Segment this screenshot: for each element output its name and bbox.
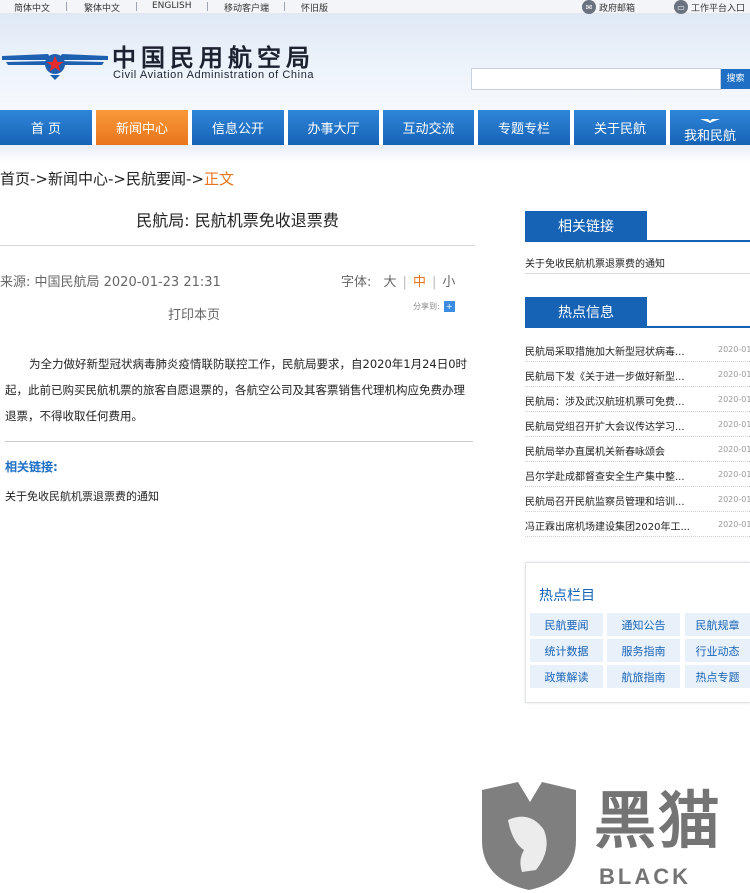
related-link[interactable]: 关于免收民航机票退票费的通知 [5,488,159,504]
nav-item-news-center[interactable]: 新闻中心 [96,110,188,145]
black-cat-watermark-icon [482,782,576,890]
work-platform-link[interactable]: ▭ 工作平台入口 [674,0,745,14]
main-nav: 首 页 新闻中心 信息公开 办事大厅 互动交流 专题专栏 关于民航 我和民航 [0,110,750,145]
nav-item-me-and-caac[interactable]: 我和民航 [670,110,750,145]
divider [525,273,750,274]
breadcrumb-current: 正文 [203,170,234,188]
nav-item-label: 我和民航 [683,128,736,144]
font-medium-button[interactable]: 中 [413,275,426,290]
hot-column-travel-guide[interactable]: 航旅指南 [607,665,680,688]
monitor-icon: ▭ [674,0,688,14]
search-input[interactable] [471,68,721,90]
link-english[interactable]: ENGLISH [152,1,192,11]
hot-item-title: 民航局采取措施加大新型冠状病毒... [525,347,685,358]
hot-column-statistics[interactable]: 统计数据 [530,639,603,662]
nav-item-info-disclosure[interactable]: 信息公开 [192,110,284,145]
hot-item-date: 2020-01 [718,420,750,429]
hot-column-regulations[interactable]: 民航规章 [685,613,750,636]
site-subtitle: Civil Aviation Administration of China [113,69,315,81]
nav-item-about[interactable]: 关于民航 [574,110,666,145]
watermark-text: 黑猫 [594,784,723,857]
link-classic-version[interactable]: 怀旧版 [301,1,328,14]
hot-item-title: 冯正霖出席机场建设集团2020年工... [525,522,690,533]
hot-item-title: 民航局：涉及武汉航班机票可免费... [525,397,685,408]
divider [136,2,137,11]
divider [207,2,208,11]
divider [0,245,475,246]
divider [525,326,750,328]
article-body: 为全力做好新型冠状病毒肺炎疫情联防联控工作，民航局要求，自2020年1月24日0… [5,357,468,423]
font-small-button[interactable]: 小 [442,275,455,290]
hot-item-title: 民航局党组召开扩大会议传达学习... [525,422,685,433]
hot-item-title: 民航局召开民航监察员管理和培训... [525,497,685,508]
font-large-button[interactable]: 大 [384,275,397,290]
list-item[interactable]: 冯正霖出席机场建设集团2020年工... 2020-01 [525,512,750,537]
hot-column-hot-topics[interactable]: 热点专题 [685,665,750,688]
share-label: 分享到: [413,302,440,311]
link-simplified-chinese[interactable]: 简体中文 [14,1,50,14]
hot-columns-title: 热点栏目 [539,588,595,604]
sidebar-hot-title: 热点信息 [525,297,647,327]
nav-item-service-hall[interactable]: 办事大厅 [288,110,379,145]
hot-column-service-guide[interactable]: 服务指南 [607,639,680,662]
breadcrumb: 首页->新闻中心->民航要闻->正文 [0,168,234,189]
top-utility-bar: 简体中文 繁体中文 ENGLISH 移动客户端 怀旧版 ✉ 政府邮箱 ▭ 工作平… [0,0,750,14]
site-title: 中国民用航空局 [112,43,315,72]
sidebar-related-link[interactable]: 关于免收民航机票退票费的通知 [525,255,665,270]
divider [284,2,285,11]
list-item[interactable]: 民航局召开民航监察员管理和培训... 2020-01 [525,487,750,512]
font-size-label: 字体: [341,275,372,290]
list-item[interactable]: 民航局采取措施加大新型冠状病毒... 2020-01 [525,337,750,362]
search-button[interactable]: 搜索 [721,69,750,89]
hot-item-date: 2020-01 [718,345,750,354]
watermark-subtext: BLACK CAT [599,864,691,893]
share-bar: 分享到: + [413,301,455,312]
link-traditional-chinese[interactable]: 繁体中文 [84,1,120,14]
wings-icon [700,118,720,123]
gov-mail-label: 政府邮箱 [599,3,636,14]
nav-item-interaction[interactable]: 互动交流 [383,110,474,145]
divider [66,2,67,11]
breadcrumb-path[interactable]: 首页->新闻中心->民航要闻-> [0,170,204,188]
hot-item-title: 民航局举办直属机关新春咏颂会 [525,447,665,458]
divider [5,441,473,442]
divider [525,240,750,242]
article-title: 民航局: 民航机票免收退票费 [136,211,339,230]
sidebar-related-title: 相关链接 [525,211,647,241]
gov-mail-link[interactable]: ✉ 政府邮箱 [582,0,635,14]
hot-column-news[interactable]: 民航要闻 [530,613,603,636]
hot-item-date: 2020-01 [718,445,750,454]
related-links-heading: 相关链接: [5,460,58,474]
hot-item-date: 2020-01 [718,520,750,529]
work-platform-label: 工作平台入口 [691,3,746,14]
site-header: 中国民用航空局 Civil Aviation Administration of… [0,14,750,110]
hot-item-date: 2020-01 [718,395,750,404]
list-item[interactable]: 民航局下发《关于进一步做好新型... 2020-01 [525,362,750,387]
hot-item-date: 2020-01 [718,370,750,379]
list-item[interactable]: 民航局：涉及武汉航班机票可免费... 2020-01 [525,387,750,412]
mail-icon: ✉ [582,0,596,14]
hot-column-policy[interactable]: 政策解读 [530,665,603,688]
nav-item-home[interactable]: 首 页 [0,110,92,145]
hot-column-notices[interactable]: 通知公告 [607,613,680,636]
hot-item-date: 2020-01 [718,470,750,479]
article-source: 来源: 中国民航局 2020-01-23 21:31 [0,275,221,290]
list-item[interactable]: 民航局党组召开扩大会议传达学习... 2020-01 [525,412,750,437]
font-size-switcher: 字体: 大 | 中 | 小 [341,275,456,290]
hot-item-title: 吕尔学赴成都督查安全生产集中整... [525,472,685,483]
hot-column-industry-news[interactable]: 行业动态 [685,639,750,662]
hot-item-date: 2020-01 [718,495,750,504]
list-item[interactable]: 吕尔学赴成都督查安全生产集中整... 2020-01 [525,462,750,487]
link-mobile-client[interactable]: 移动客户端 [224,1,269,14]
caac-logo-icon[interactable] [0,34,110,84]
nav-item-special-topics[interactable]: 专题专栏 [478,110,570,145]
share-plus-icon[interactable]: + [443,301,455,312]
print-page-link[interactable]: 打印本页 [168,304,220,323]
list-item[interactable]: 民航局举办直属机关新春咏颂会 2020-01 [525,437,750,462]
nav-shadow [0,145,750,163]
hot-item-title: 民航局下发《关于进一步做好新型... [525,372,685,383]
